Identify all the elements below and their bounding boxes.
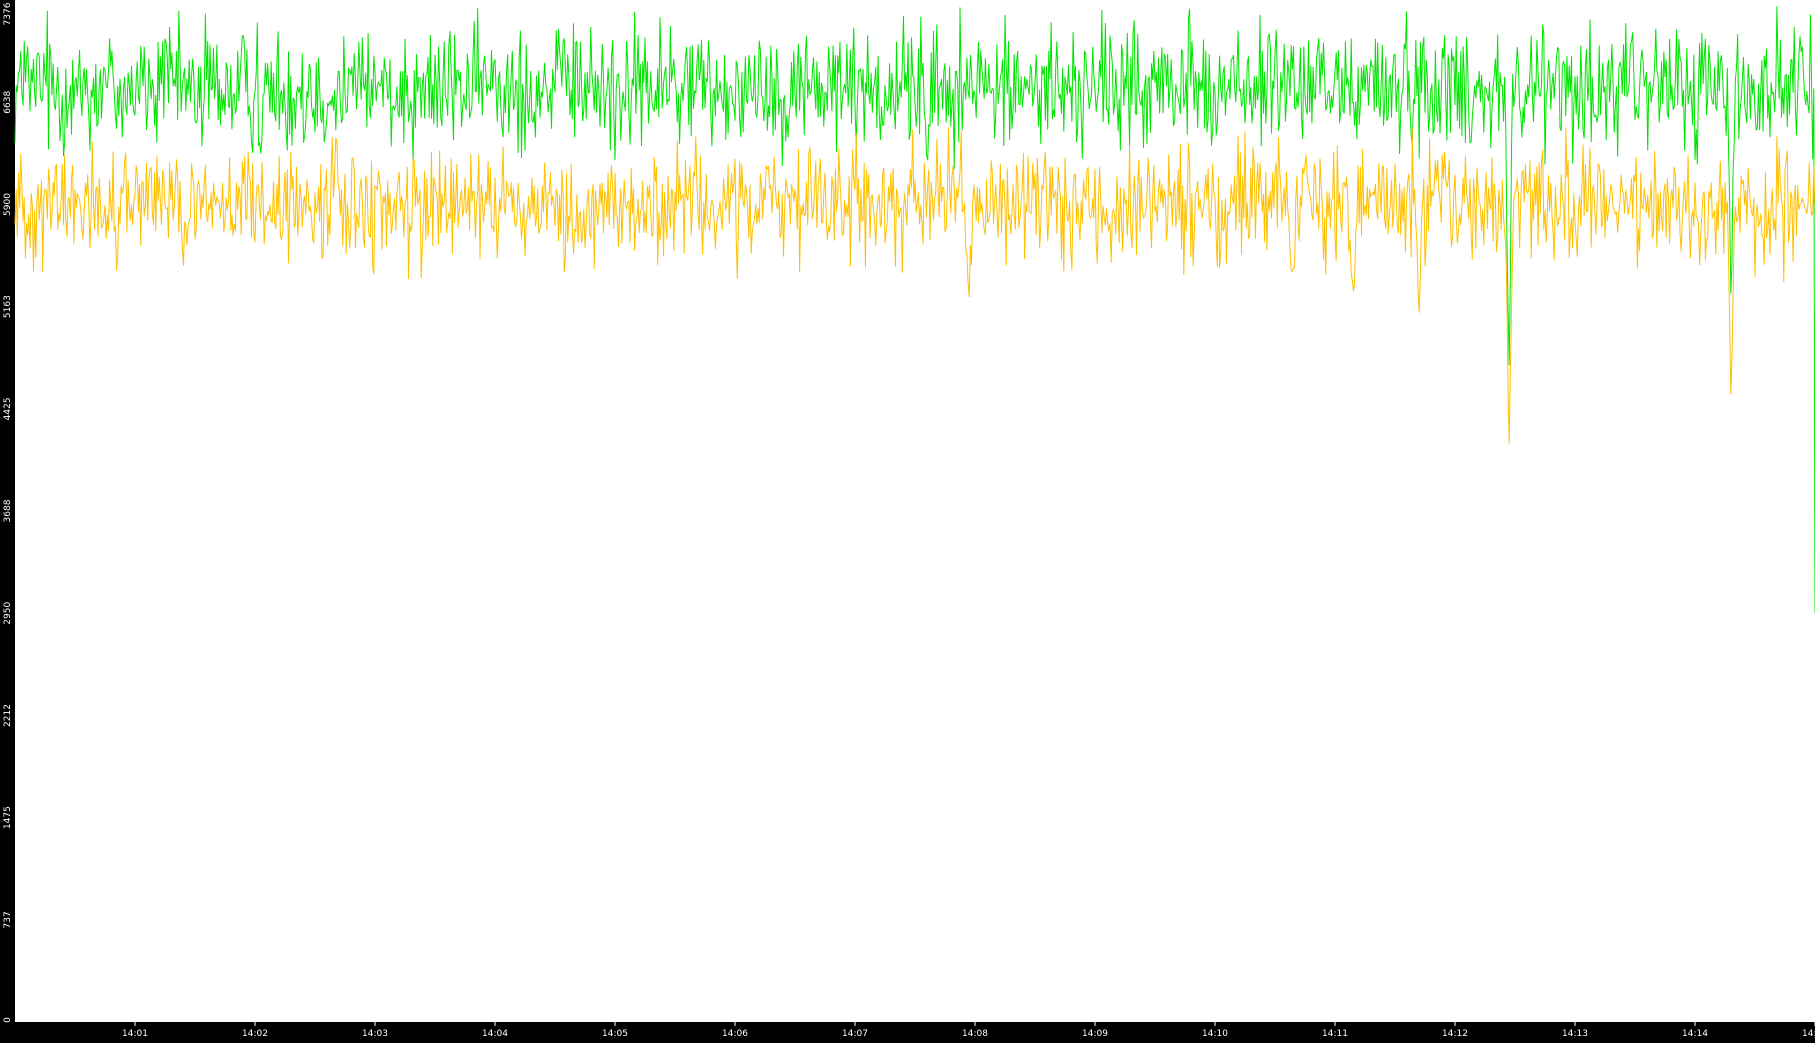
y-tick-label: 0 (3, 1017, 13, 1023)
x-tick-label: 14:07 (842, 1029, 868, 1039)
x-tick-label: 14:15 (1802, 1029, 1815, 1039)
x-tick-label: 14:02 (242, 1029, 268, 1039)
x-tick-label: 14:10 (1202, 1029, 1228, 1039)
y-tick-label: 6638 (3, 91, 13, 114)
y-tick-label: 1475 (3, 806, 13, 829)
x-tick-label: 14:09 (1082, 1029, 1108, 1039)
y-tick-label: 7376 (3, 2, 13, 25)
chart-svg: 0 737 1475 2212 2950 3688 4425 5163 5900 6638 7376… (0, 0, 1815, 1039)
x-tick-label: 14:08 (962, 1029, 988, 1039)
y-tick-label: 2950 (3, 602, 13, 625)
x-tick-label: 14:13 (1562, 1029, 1588, 1039)
y-tick-label: 2212 (3, 704, 13, 727)
line-chart: 0 737 1475 2212 2950 3688 4425 5163 5900 6638 7376… (0, 0, 1815, 1039)
x-tick-label: 14:01 (122, 1029, 148, 1039)
y-tick-label: 4425 (3, 397, 13, 420)
x-tick-label: 14:05 (602, 1029, 628, 1039)
x-tick-label: 14:14 (1682, 1029, 1708, 1039)
y-tick-label: 737 (3, 911, 13, 928)
y-tick-label: 5900 (3, 193, 13, 216)
x-tick-label: 14:06 (722, 1029, 748, 1039)
x-tick-label: 14:11 (1322, 1029, 1348, 1039)
x-tick-label: 14:04 (482, 1029, 508, 1039)
y-tick-label: 5163 (3, 295, 13, 318)
y-tick-label: 3688 (3, 499, 13, 522)
x-tick-label: 14:12 (1442, 1029, 1468, 1039)
x-tick-label: 14:03 (362, 1029, 388, 1039)
